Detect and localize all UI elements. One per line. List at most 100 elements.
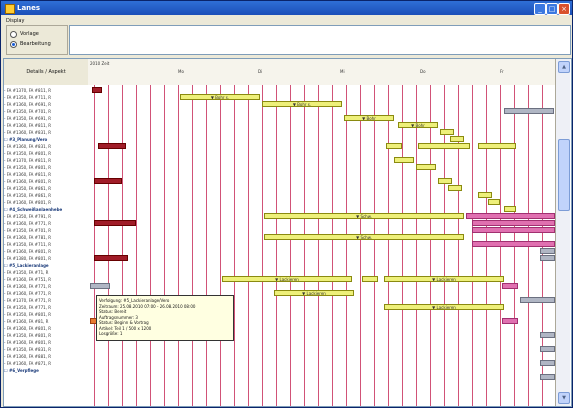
minimize-button[interactable]: _	[534, 3, 546, 15]
time-gridline	[360, 85, 361, 406]
task-bar[interactable]	[504, 108, 554, 114]
task-bar[interactable]	[478, 192, 492, 198]
row-label[interactable]: - FA #1370, FA #771, R	[4, 297, 88, 304]
row-label[interactable]: - FA #1350, FA #801, R	[4, 164, 88, 171]
task-bar[interactable]: ▼ Bohr s.	[262, 101, 342, 107]
task-bar[interactable]	[386, 143, 402, 149]
row-label[interactable]: - FA #1360, FA #881, R	[4, 353, 88, 360]
task-bar[interactable]	[94, 178, 122, 184]
task-bar[interactable]	[94, 255, 128, 261]
task-bar[interactable]	[418, 143, 470, 149]
row-label[interactable]: - FA #1360, FA #691, R	[4, 101, 88, 108]
task-bar[interactable]	[488, 199, 500, 205]
row-label[interactable]: - FA #1360, FA #781, R	[4, 234, 88, 241]
task-bar[interactable]	[540, 346, 555, 352]
task-bar[interactable]: ▼ Lackieren	[222, 276, 352, 282]
row-label[interactable]: - FA #1360, FA #871, R	[4, 360, 88, 367]
task-bar[interactable]	[90, 283, 110, 289]
vertical-scrollbar[interactable]: ▲ ▼	[555, 59, 570, 406]
row-label[interactable]: - FA #1360, FA #81, R	[4, 318, 88, 325]
group-row-label[interactable]: ☐ #5_Lackieranlage	[4, 262, 88, 269]
task-bar[interactable]	[540, 248, 555, 254]
task-bar[interactable]	[98, 143, 126, 149]
row-label[interactable]: - FA #1350, FA #801, R	[4, 311, 88, 318]
row-label[interactable]: - FA #1360, FA #801, R	[4, 178, 88, 185]
group-row-label[interactable]: ☐ #6_Verpflege	[4, 367, 88, 374]
row-label[interactable]: - FA #1350, FA #701, R	[4, 108, 88, 115]
row-label[interactable]: - FA #1380, FA #801, R	[4, 255, 88, 262]
row-label[interactable]: - FA #1350, FA #861, R	[4, 185, 88, 192]
row-label[interactable]: - FA #1360, FA #811, R	[4, 122, 88, 129]
radio-option-vorlage[interactable]: Vorlage	[10, 30, 39, 38]
task-bar[interactable]	[472, 227, 555, 233]
task-bar[interactable]	[448, 185, 462, 191]
scroll-up-icon[interactable]: ▲	[558, 61, 570, 73]
scroll-down-icon[interactable]: ▼	[558, 392, 570, 404]
task-bar[interactable]	[540, 374, 555, 380]
row-label[interactable]: - FA #1350, FA #831, R	[4, 346, 88, 353]
task-bar[interactable]	[362, 276, 378, 282]
task-bar[interactable]	[466, 213, 555, 219]
row-label[interactable]: - FA #1360, FA #801, R	[4, 248, 88, 255]
group-row-label[interactable]: ☐ #4_Schweißanlaenhebe	[4, 206, 88, 213]
name-column-header[interactable]: Details / Aspekt	[4, 59, 89, 86]
row-label[interactable]: - FA #1360, FA #831, R	[4, 129, 88, 136]
task-bar[interactable]: ▼ Lackieren	[384, 276, 504, 282]
row-label[interactable]: - FA #1350, FA #801, R	[4, 150, 88, 157]
task-bar[interactable]	[472, 241, 555, 247]
task-bar[interactable]	[478, 143, 516, 149]
row-label[interactable]: - FA #1350, FA #771, R	[4, 304, 88, 311]
row-label[interactable]: - FA #1360, FA #801, R	[4, 339, 88, 346]
task-bar[interactable]: ▼ Lackieren	[274, 290, 354, 296]
scroll-thumb[interactable]	[558, 139, 570, 211]
row-label[interactable]: - FA #1360, FA #801, R	[4, 325, 88, 332]
task-bar[interactable]: ▼ Bohr	[398, 122, 438, 128]
row-label[interactable]: - FA #1360, FA #751, R	[4, 276, 88, 283]
task-bar[interactable]	[94, 220, 136, 226]
row-label[interactable]: - FA #1350, FA #71, R	[4, 269, 88, 276]
task-bar[interactable]	[520, 297, 555, 303]
row-label[interactable]: - FA #1360, FA #771, R	[4, 290, 88, 297]
group-row-label[interactable]: ☐ #3_Planung/Vero	[4, 136, 88, 143]
timeline-area[interactable]: ▼ Bohr s. ▼ Bohr s. ▼ Bohr ▼ Bohr ▼ Schw…	[88, 85, 555, 406]
row-label[interactable]: - FA #1350, FA #861, R	[4, 192, 88, 199]
task-bar[interactable]	[504, 206, 516, 212]
maximize-button[interactable]: □	[546, 3, 558, 15]
task-bar[interactable]	[540, 360, 555, 366]
radio-option-bearbeitung[interactable]: Bearbeitung	[10, 40, 51, 48]
close-button[interactable]: ×	[558, 3, 570, 15]
task-bar[interactable]	[540, 332, 555, 338]
task-bar[interactable]	[440, 129, 454, 135]
row-label[interactable]: - FA #1350, FA #701, R	[4, 227, 88, 234]
task-bar[interactable]: ▼ Schw.	[264, 213, 464, 219]
task-bar[interactable]	[502, 283, 518, 289]
row-label[interactable]: - FA #1360, FA #801, R	[4, 199, 88, 206]
row-label[interactable]: - FA #1350, FA #711, R	[4, 94, 88, 101]
task-bar[interactable]: ▼ Bohr	[344, 115, 394, 121]
row-label[interactable]: - FA #1360, FA #771, R	[4, 283, 88, 290]
row-label[interactable]: - FA #1360, FA #771, R	[4, 220, 88, 227]
row-label[interactable]: - FA #1360, FA #811, R	[4, 171, 88, 178]
task-bar[interactable]	[92, 87, 102, 93]
row-label[interactable]: - FA #1350, FA #691, R	[4, 115, 88, 122]
row-label[interactable]: - FA #1350, FA #801, R	[4, 332, 88, 339]
notes-textbox[interactable]	[69, 25, 571, 55]
title-bar: Lanes _ □ ×	[1, 1, 572, 15]
task-bar[interactable]	[502, 318, 518, 324]
task-bar[interactable]	[416, 164, 436, 170]
task-bar[interactable]: ▼ Lackieren	[384, 304, 504, 310]
row-label[interactable]: - FA #1360, FA #831, R	[4, 143, 88, 150]
radio-selected-icon[interactable]	[10, 40, 17, 48]
task-bar[interactable]: ▼ Bohr s.	[180, 94, 260, 100]
radio-icon[interactable]	[10, 30, 17, 38]
task-bar[interactable]	[438, 178, 452, 184]
task-bar[interactable]	[450, 136, 464, 142]
row-label[interactable]: - FA #1370, FA #811, R	[4, 157, 88, 164]
task-bar[interactable]: ▼ Schw.	[264, 234, 464, 240]
row-label[interactable]: - FA #1350, FA #791, R	[4, 213, 88, 220]
task-bar[interactable]	[394, 157, 414, 163]
task-bar[interactable]	[540, 255, 555, 261]
task-bar[interactable]	[472, 220, 555, 226]
row-label[interactable]: - FA #1370, FA #811, R	[4, 87, 88, 94]
row-label[interactable]: - FA #1350, FA #711, R	[4, 241, 88, 248]
